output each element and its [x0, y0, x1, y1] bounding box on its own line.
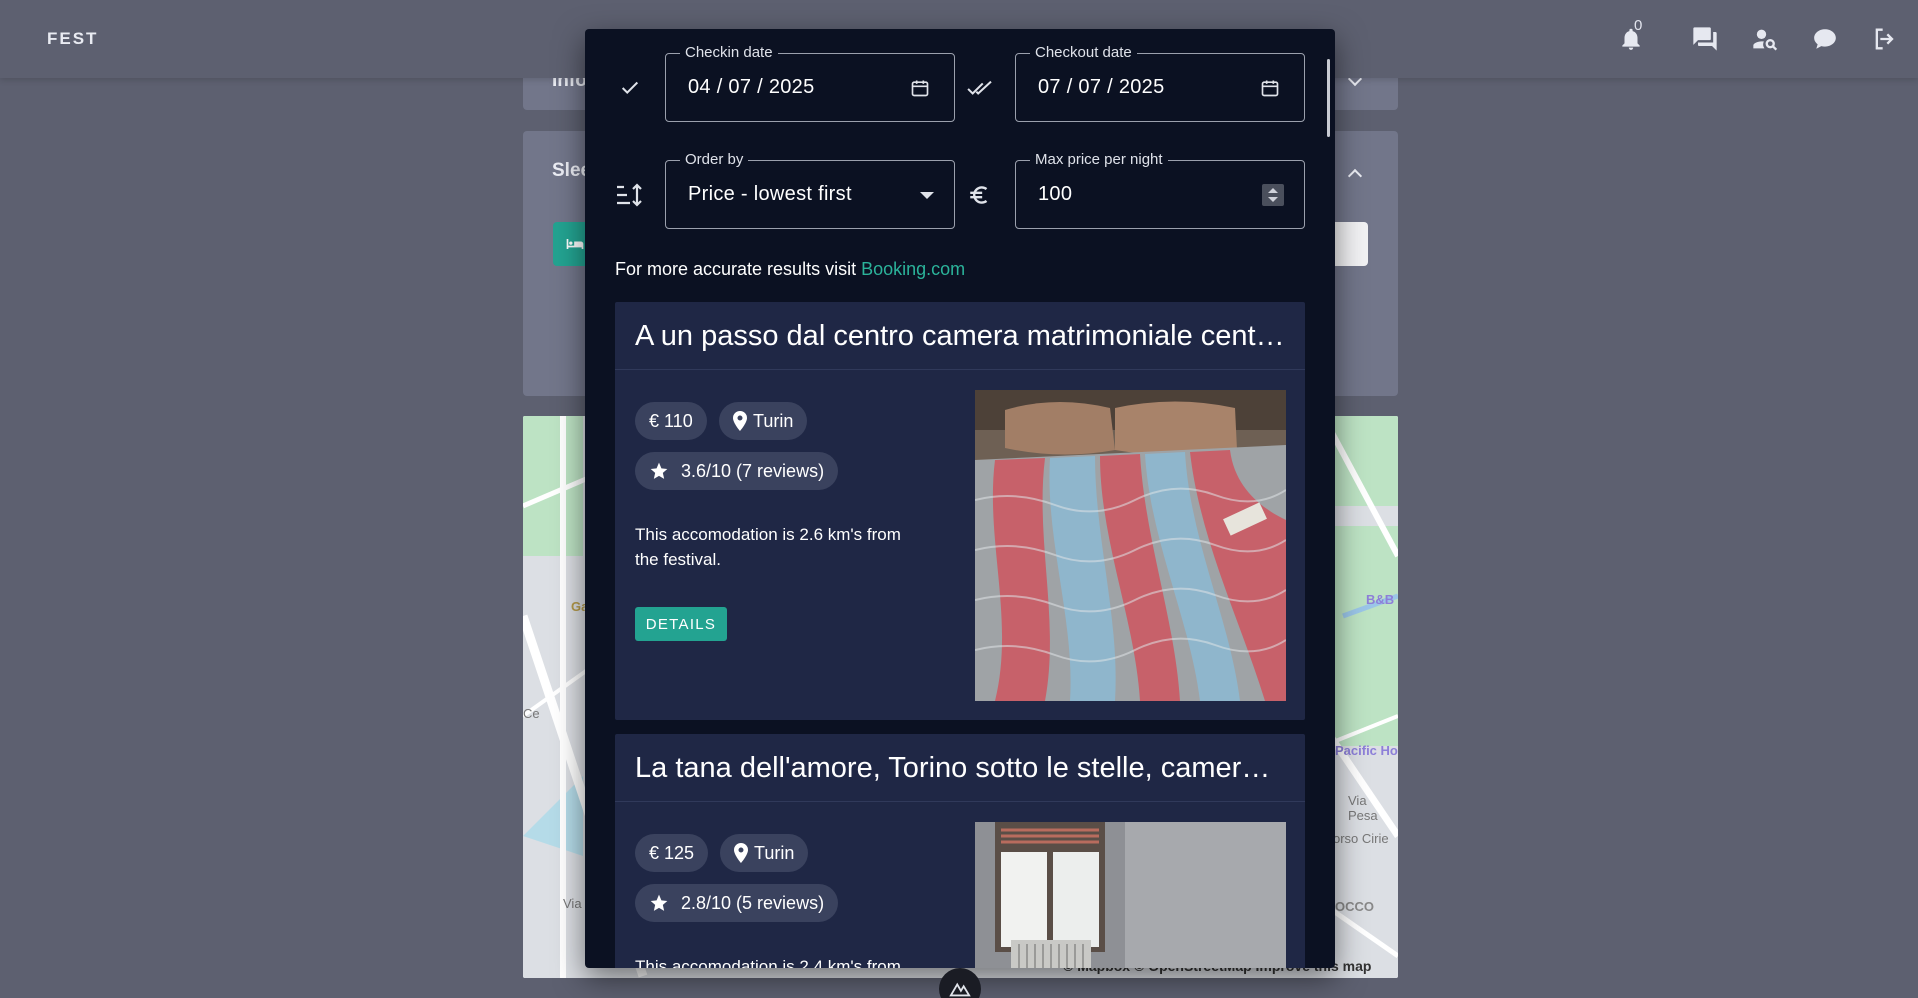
number-stepper[interactable] — [1262, 184, 1284, 206]
listing-photo[interactable] — [975, 822, 1286, 968]
nuxt-logo-icon — [949, 982, 971, 997]
price-chip: € 110 — [635, 402, 707, 440]
notification-count: 0 — [1634, 17, 1643, 34]
scrollbar-thumb[interactable] — [1327, 59, 1330, 137]
done-all-icon — [963, 71, 997, 105]
booking-notice-text: For more accurate results visit — [615, 259, 862, 279]
listing-photo[interactable] — [975, 390, 1286, 701]
order-by-label: Order by — [680, 151, 749, 168]
checkout-date-field[interactable]: Checkout date 07 / 07 / 2025 — [1015, 44, 1305, 122]
listing-header: A un passo dal centro camera matrimonial… — [615, 302, 1305, 370]
map-label: Pacific Ho — [1335, 743, 1398, 758]
star-icon — [650, 894, 668, 911]
order-by-value[interactable]: Price - lowest first — [688, 183, 852, 206]
star-icon — [650, 462, 668, 479]
check-icon — [613, 71, 647, 105]
euro-icon — [963, 178, 997, 212]
calendar-icon[interactable] — [1258, 76, 1282, 100]
logout-icon[interactable] — [1870, 24, 1900, 54]
location-chip: Turin — [719, 402, 808, 440]
rating-chip: 2.8/10 (5 reviews) — [635, 884, 839, 922]
order-by-select[interactable]: Order by Price - lowest first — [665, 151, 955, 229]
location-value: Turin — [753, 410, 794, 431]
checkin-date-label: Checkin date — [680, 44, 778, 61]
max-price-input[interactable]: Max price per night 100 — [1015, 151, 1305, 229]
listing-description: This accomodation is 2.4 km's from the f… — [635, 957, 901, 968]
sort-icon — [613, 178, 647, 212]
bed-icon — [566, 239, 584, 249]
rating-value: 3.6/10 (7 reviews) — [681, 460, 825, 481]
chevron-up-icon[interactable] — [1347, 168, 1363, 184]
map-label: OCCO — [1335, 899, 1374, 914]
chat-bubble-icon[interactable] — [1810, 24, 1840, 54]
rating-chip: 3.6/10 (7 reviews) — [635, 452, 839, 490]
dropdown-arrow-icon[interactable] — [920, 192, 934, 199]
booking-notice: For more accurate results visit Booking.… — [615, 259, 965, 280]
map-label: Via Pesa — [1348, 793, 1378, 823]
location-pin-icon — [733, 411, 747, 431]
rating-value: 2.8/10 (5 reviews) — [681, 892, 825, 913]
map-label: orso Cirie — [1333, 831, 1389, 846]
listing-card: La tana dell'amore, Torino sotto le stel… — [615, 734, 1305, 968]
person-search-icon[interactable] — [1750, 24, 1780, 54]
listing-title[interactable]: A un passo dal centro camera matrimonial… — [635, 320, 1285, 353]
accommodation-dialog: Checkin date 04 / 07 / 2025 Checkout dat… — [585, 29, 1335, 968]
checkout-date-value[interactable]: 07 / 07 / 2025 — [1038, 76, 1165, 99]
price-value: € 110 — [649, 410, 693, 431]
map-label: Ce — [523, 706, 540, 721]
listing-card: A un passo dal centro camera matrimonial… — [615, 302, 1305, 720]
max-price-label: Max price per night — [1030, 151, 1168, 168]
listing-description: This accomodation is 2.6 km's from the f… — [635, 525, 901, 569]
location-pin-icon — [734, 843, 748, 863]
checkin-date-field[interactable]: Checkin date 04 / 07 / 2025 — [665, 44, 955, 122]
location-chip: Turin — [720, 834, 809, 872]
listing-header: La tana dell'amore, Torino sotto le stel… — [615, 734, 1305, 802]
checkout-date-label: Checkout date — [1030, 44, 1137, 61]
booking-link[interactable]: Booking.com — [861, 259, 965, 279]
brand-logo[interactable]: FEST — [47, 29, 98, 49]
calendar-icon[interactable] — [908, 76, 932, 100]
checkin-date-value[interactable]: 04 / 07 / 2025 — [688, 76, 815, 99]
price-chip: € 125 — [635, 834, 709, 872]
forum-icon[interactable] — [1690, 24, 1720, 54]
price-value: € 125 — [649, 842, 695, 863]
map-label: B&B — [1366, 592, 1395, 607]
details-button[interactable]: DETAILS — [635, 607, 727, 641]
max-price-value[interactable]: 100 — [1038, 183, 1072, 206]
location-value: Turin — [754, 842, 795, 863]
listing-title[interactable]: La tana dell'amore, Torino sotto le stel… — [635, 752, 1285, 785]
